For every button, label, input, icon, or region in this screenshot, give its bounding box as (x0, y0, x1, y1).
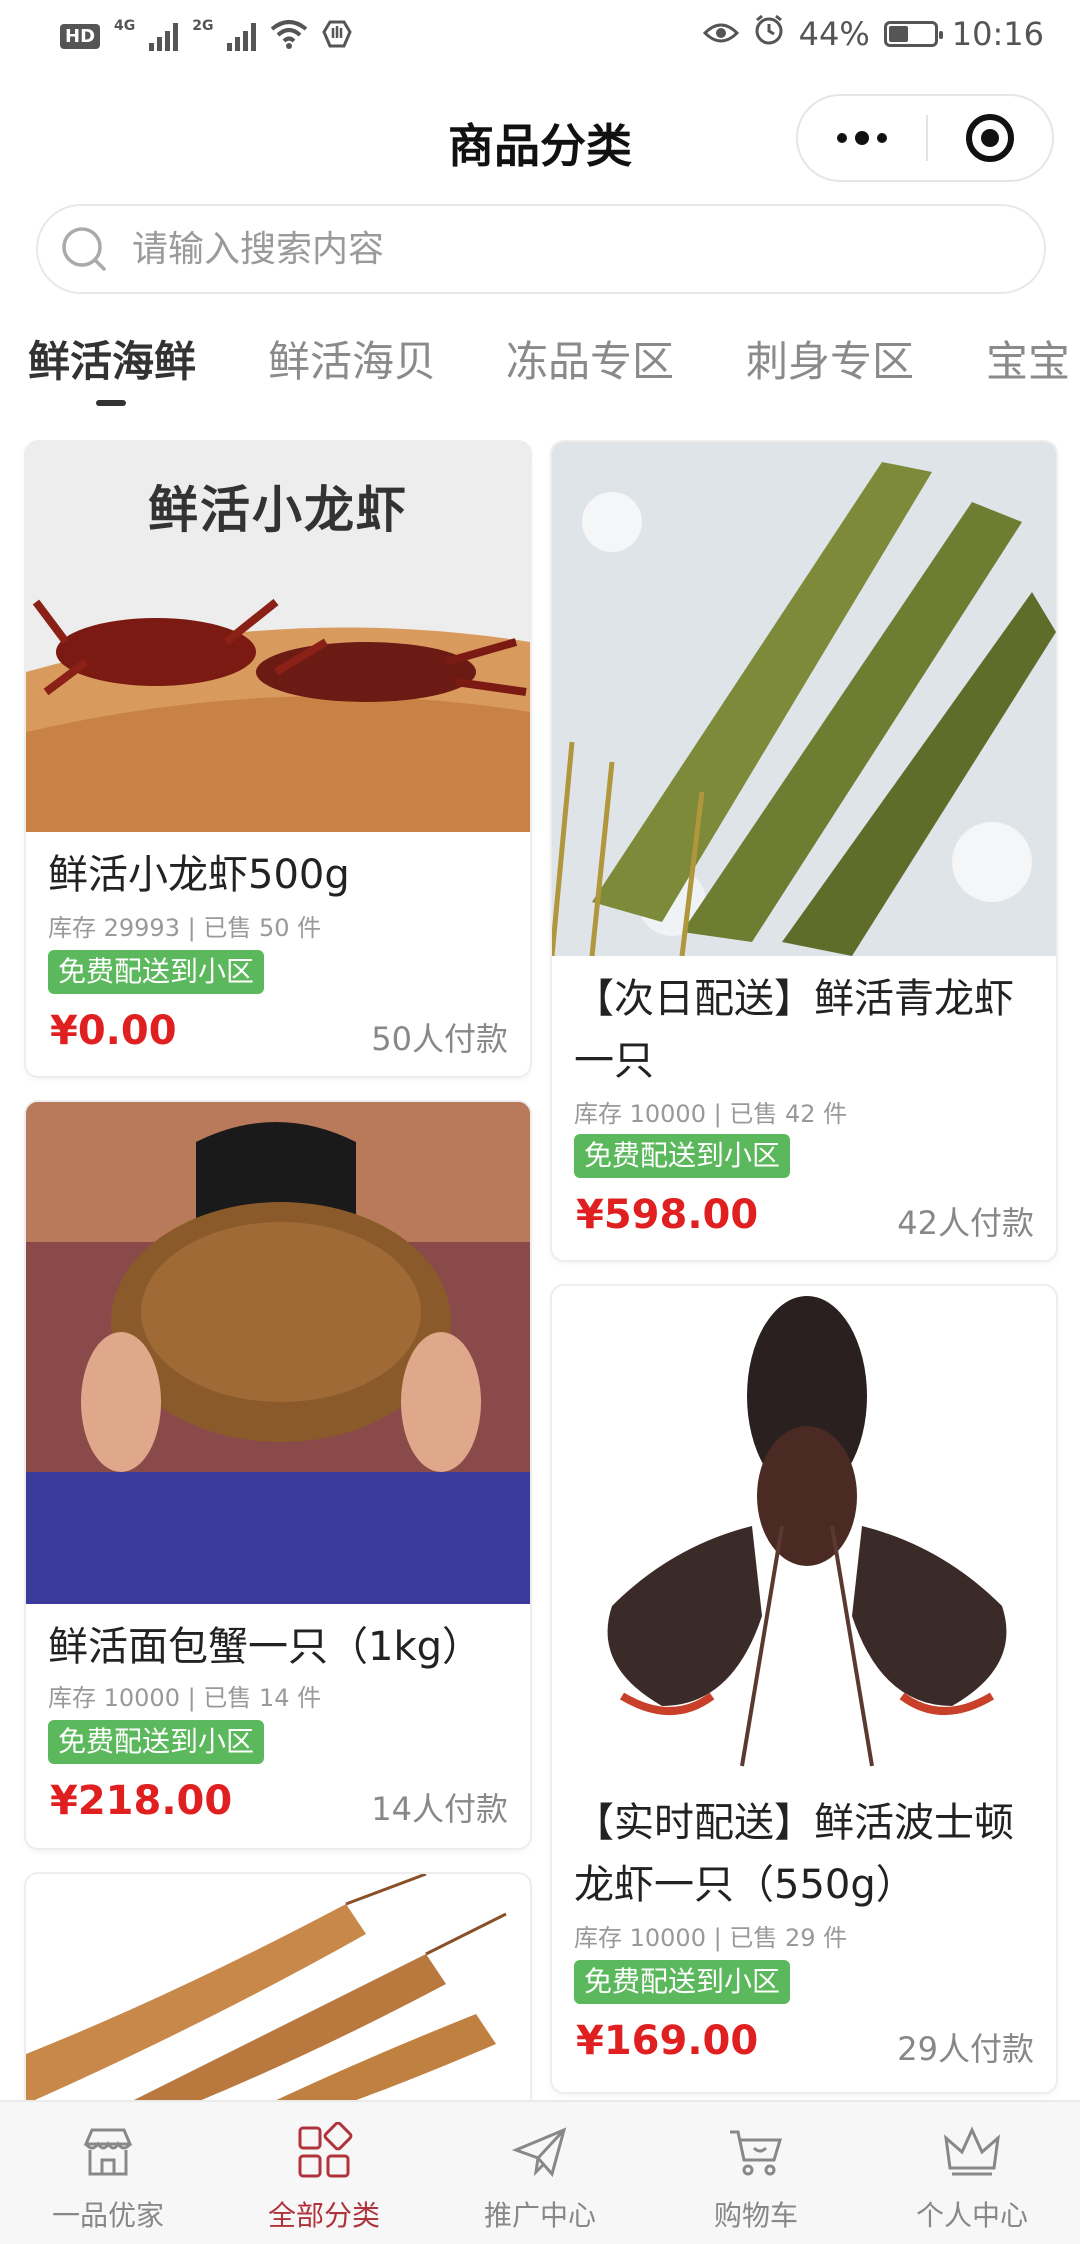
send-icon (510, 2122, 570, 2182)
alarm-icon (753, 14, 785, 54)
more-dot (855, 131, 869, 145)
status-bar: HD 4G 2G 44% 10:16 (0, 0, 1080, 72)
paid-count: 14人付款 (371, 1790, 508, 1828)
tabbar-label: 推广中心 (483, 2199, 596, 2232)
product-stock: 库存 29993 | 已售 50 件 (48, 914, 322, 942)
search-bar[interactable] (36, 204, 1046, 294)
more-dot (837, 133, 847, 143)
product-stock: 库存 10000 | 已售 14 件 (48, 1684, 322, 1712)
product-name: 鲜活面包蟹一只（1kg） (48, 1624, 483, 1670)
signal-icon-2 (227, 21, 257, 51)
product-card[interactable]: 【次日配送】鲜活青龙虾一只 库存 10000 | 已售 42 件 免费配送到小区… (552, 442, 1056, 1260)
network-type-2: 2G (192, 18, 214, 34)
product-stock: 库存 10000 | 已售 42 件 (574, 1100, 848, 1128)
tabbar-profile[interactable]: 个人中心 (864, 2102, 1080, 2244)
category-tabs: 鲜活海鲜 鲜活海贝 冻品专区 刺身专区 宝宝 (0, 318, 1080, 418)
wifi-icon (270, 19, 308, 53)
tabbar-home[interactable]: 一品优家 (0, 2102, 216, 2244)
delivery-badge: 免费配送到小区 (574, 1134, 791, 1178)
battery-fill (888, 26, 908, 42)
product-image-crayfish[interactable]: 鲜活小龙虾 (26, 442, 530, 832)
hd-indicator: HD (60, 23, 101, 49)
grid-icon (294, 2121, 354, 2182)
tabbar-label: 个人中心 (915, 2199, 1028, 2232)
product-price: ¥218.00 (50, 1778, 233, 1824)
image-caption: 鲜活小龙虾 (148, 481, 408, 539)
product-name: 鲜活小龙虾500g (48, 852, 350, 898)
tab-indicator (96, 400, 126, 406)
product-card[interactable]: 鲜活小龙虾 鲜活小龙虾500g 库存 29993 | 已售 50 件 免费配送到… (26, 442, 530, 1076)
tab-more[interactable]: 宝宝 (986, 328, 1070, 389)
bottom-tab-bar: 一品优家 全部分类 推广中心 购物车 个人中心 (0, 2100, 1080, 2244)
network-type-1: 4G (114, 18, 136, 34)
hand-icon (322, 18, 353, 54)
tabbar-label: 全部分类 (267, 2199, 380, 2232)
signal-icon (149, 21, 179, 51)
product-stock: 库存 10000 | 已售 29 件 (574, 1924, 848, 1952)
tabbar-cart[interactable]: 购物车 (648, 2102, 864, 2244)
more-button[interactable] (798, 96, 926, 180)
status-bar-right: 44% 10:16 (702, 14, 1044, 54)
product-name: 【次日配送】鲜活青龙虾一只 (574, 976, 1014, 1084)
tab-sashimi[interactable]: 刺身专区 (746, 328, 914, 389)
product-image-shrimp[interactable] (26, 1874, 530, 2134)
tabbar-label: 一品优家 (51, 2199, 164, 2232)
battery-icon (883, 21, 943, 47)
more-dot (877, 133, 887, 143)
product-price: ¥0.00 (50, 1008, 177, 1054)
delivery-badge: 免费配送到小区 (48, 950, 265, 994)
product-image-bread-crab[interactable] (26, 1102, 530, 1604)
delivery-badge: 免费配送到小区 (48, 1720, 265, 1764)
search-input[interactable] (132, 228, 932, 270)
search-icon (60, 225, 108, 273)
paid-count: 50人付款 (371, 1020, 508, 1058)
product-card[interactable] (26, 1874, 530, 2134)
crown-icon (942, 2122, 1002, 2182)
paid-count: 42人付款 (897, 1204, 1034, 1242)
battery-percent: 44% (798, 15, 870, 53)
tabbar-categories[interactable]: 全部分类 (216, 2102, 432, 2244)
tabbar-label: 购物车 (713, 2199, 798, 2232)
product-image-boston-lobster[interactable] (552, 1286, 1056, 1776)
paid-count: 29人付款 (897, 2030, 1034, 2068)
tab-fresh-seafood[interactable]: 鲜活海鲜 (28, 328, 196, 389)
product-price: ¥598.00 (576, 1192, 759, 1238)
product-price: ¥169.00 (576, 2018, 759, 2064)
tab-fresh-shellfish[interactable]: 鲜活海贝 (268, 328, 436, 389)
tab-frozen[interactable]: 冻品专区 (506, 328, 674, 389)
status-bar-left: HD 4G 2G (60, 18, 353, 54)
tabbar-promotion[interactable]: 推广中心 (432, 2102, 648, 2244)
close-button[interactable] (928, 114, 1052, 162)
product-name: 【实时配送】鲜活波士顿龙虾一只（550g） (574, 1800, 1014, 1908)
miniprogram-capsule (796, 94, 1054, 182)
eye-icon (702, 15, 739, 53)
clock-time: 10:16 (951, 15, 1044, 53)
delivery-badge: 免费配送到小区 (574, 1960, 791, 2004)
target-icon (966, 114, 1014, 162)
product-card[interactable]: 【实时配送】鲜活波士顿龙虾一只（550g） 库存 10000 | 已售 29 件… (552, 1286, 1056, 2092)
nav-bar: 商品分类 (0, 72, 1080, 202)
product-card[interactable]: 鲜活面包蟹一只（1kg） 库存 10000 | 已售 14 件 免费配送到小区 … (26, 1102, 530, 1848)
product-image-green-lobster[interactable] (552, 442, 1056, 956)
cart-icon (726, 2122, 786, 2182)
shop-icon (78, 2122, 138, 2182)
